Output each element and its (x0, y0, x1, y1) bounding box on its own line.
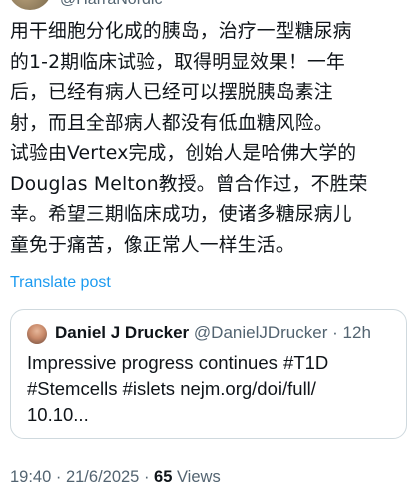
post-text: 用干细胞分化成的胰岛，治疗一型糖尿病 的1-2期临床试验，取得明显效果！一年 后… (10, 21, 368, 256)
author-handle[interactable]: @HarraNordic (60, 0, 162, 9)
views-label: Views (172, 468, 221, 486)
views-count: 65 (154, 468, 173, 486)
author-avatar[interactable] (8, 0, 52, 10)
quoted-author-avatar (27, 324, 47, 344)
quoted-author-name: Daniel J Drucker (55, 323, 190, 342)
post-meta: 19:40 · 21/6/2025 · 65 Views (10, 468, 221, 487)
quoted-author-handle: @DanielJDrucker (193, 323, 328, 342)
quoted-post-text: Impressive progress continues #T1D #Stem… (27, 352, 329, 425)
quoted-post-header: Daniel J Drucker @DanielJDrucker · 12h (55, 323, 371, 343)
quoted-post-time: 12h (342, 323, 371, 342)
separator-dot: · (332, 323, 338, 342)
translate-post-link[interactable]: Translate post (10, 274, 111, 292)
quoted-post-card[interactable]: Daniel J Drucker @DanielJDrucker · 12h I… (10, 309, 407, 439)
post-timestamp[interactable]: 19:40 · 21/6/2025 · (10, 468, 154, 486)
